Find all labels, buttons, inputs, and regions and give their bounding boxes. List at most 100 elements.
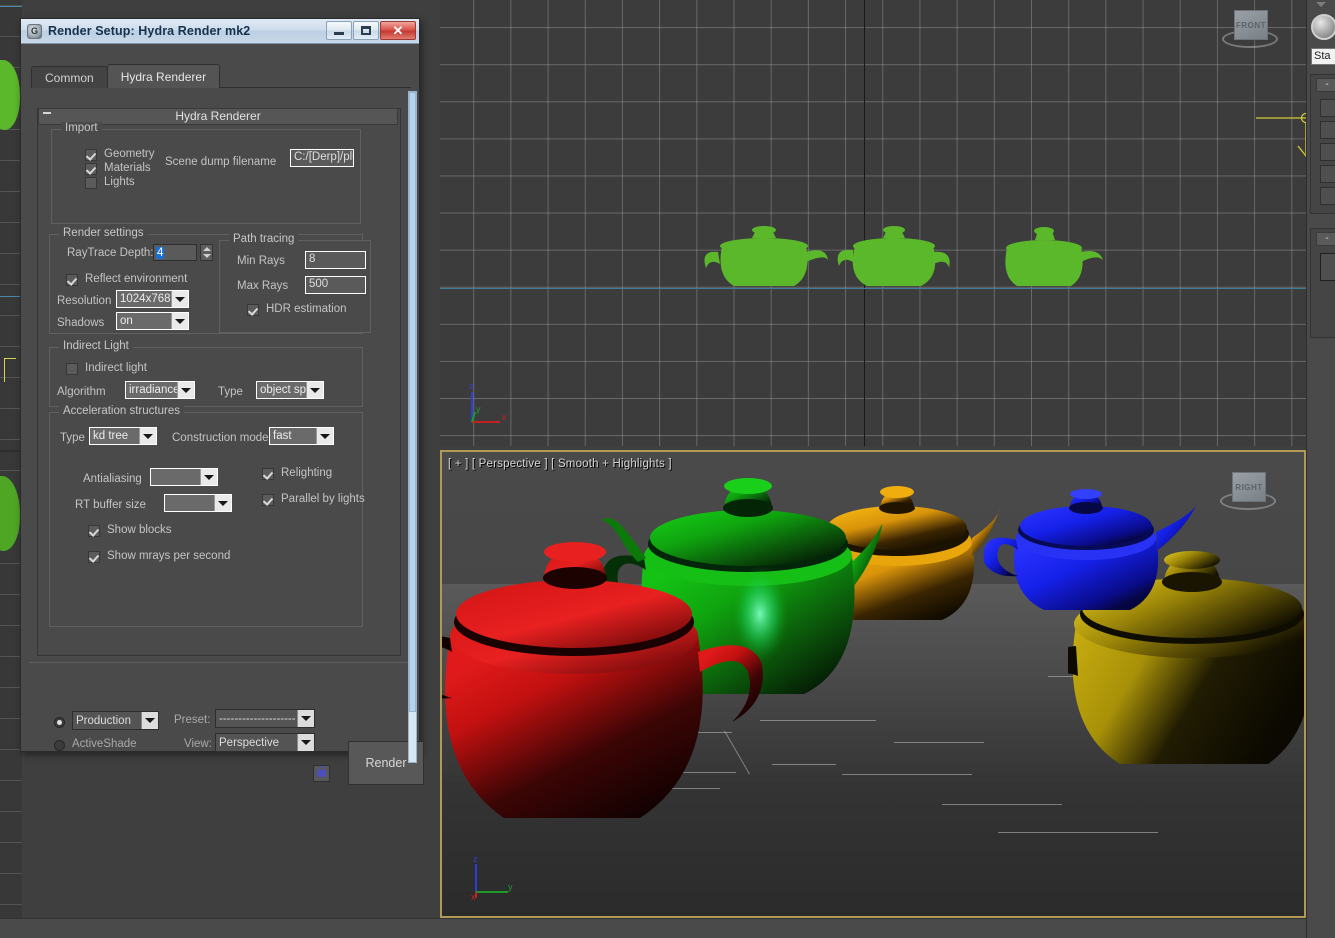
radio-production[interactable] <box>54 717 65 728</box>
tab-hydra-renderer[interactable]: Hydra Renderer <box>107 64 220 88</box>
scene-dump-filename-input[interactable]: C:/[Derp]/plu <box>290 149 354 167</box>
rollout-field[interactable] <box>1320 165 1335 183</box>
construction-mode-value: fast <box>270 430 316 442</box>
chevron-down-icon[interactable] <box>1316 2 1326 7</box>
mode-dropdown[interactable]: Production <box>72 711 159 730</box>
horizon-line <box>0 296 22 297</box>
algorithm-dropdown[interactable]: irradiance <box>125 381 195 399</box>
teapot-blue[interactable] <box>970 466 1200 656</box>
chevron-down-icon[interactable] <box>141 712 158 729</box>
viewport-front[interactable]: FRONT z x y <box>440 0 1306 446</box>
mode-value: Production <box>73 715 141 727</box>
label-indirect-light: Indirect light <box>85 362 147 374</box>
label-construction-mode: Construction mode <box>172 432 269 444</box>
chevron-down-icon[interactable] <box>214 495 231 511</box>
minimize-button[interactable] <box>326 21 352 40</box>
spinner-up-icon[interactable] <box>203 247 211 251</box>
command-panel-name-field[interactable]: Sta <box>1311 48 1335 65</box>
checkbox-show-mrays[interactable] <box>88 551 100 563</box>
label-show-mrays: Show mrays per second <box>107 550 230 562</box>
view-value: Perspective <box>216 737 297 749</box>
checkbox-reflect-environment[interactable] <box>66 274 78 286</box>
chevron-down-icon[interactable] <box>316 428 333 444</box>
close-button[interactable]: ✕ <box>380 21 416 40</box>
tab-common[interactable]: Common <box>31 66 108 88</box>
antialiasing-dropdown[interactable] <box>150 468 218 486</box>
chevron-down-icon[interactable] <box>297 710 314 727</box>
chevron-down-icon[interactable] <box>139 428 156 444</box>
app-icon: G <box>27 24 42 39</box>
viewport-label[interactable]: [ + ] [ Perspective ] [ Smooth + Highlig… <box>448 458 672 470</box>
max-rays-input[interactable]: 500 <box>305 276 366 294</box>
checkbox-show-blocks[interactable] <box>88 525 100 537</box>
viewport-splitter[interactable] <box>0 450 22 452</box>
min-rays-input[interactable]: 8 <box>305 251 366 269</box>
chevron-down-icon[interactable] <box>171 291 188 307</box>
group-title-indirect-light: Indirect Light <box>59 340 133 352</box>
raytrace-depth-input[interactable]: 4 <box>153 244 197 261</box>
floor-line <box>842 774 972 775</box>
viewcube-face-label[interactable]: FRONT <box>1234 10 1268 40</box>
chevron-down-icon[interactable] <box>200 469 217 485</box>
checkbox-relighting[interactable] <box>262 468 274 480</box>
teapot-silhouette-front[interactable] <box>983 216 1109 294</box>
checkbox-parallel-by-lights[interactable] <box>262 494 274 506</box>
teapot-red[interactable] <box>440 526 772 856</box>
chevron-down-icon[interactable] <box>171 313 188 329</box>
teapot-silhouette-front[interactable] <box>704 216 830 294</box>
label-materials: Materials <box>104 162 151 174</box>
view-lock-button[interactable] <box>313 765 330 782</box>
render-setup-dialog[interactable]: G Render Setup: Hydra Render mk2 ✕ Commo… <box>20 18 420 752</box>
rollout-field[interactable] <box>1320 143 1335 161</box>
chevron-down-icon[interactable] <box>306 382 323 398</box>
shadows-dropdown[interactable]: on <box>116 312 189 330</box>
chevron-down-icon[interactable] <box>177 382 194 398</box>
axis-tripod-perspective: z y x <box>464 852 524 902</box>
resolution-dropdown[interactable]: 1024x768 <box>116 290 189 308</box>
view-dropdown[interactable]: Perspective <box>215 733 315 752</box>
viewcube-face-label[interactable]: RIGHT <box>1232 472 1266 502</box>
accel-type-dropdown[interactable]: kd tree <box>89 427 157 445</box>
chevron-down-icon[interactable] <box>297 734 314 751</box>
rollout-field[interactable] <box>1320 187 1335 205</box>
radio-activeshade[interactable] <box>54 740 65 751</box>
collapse-icon[interactable] <box>43 112 51 114</box>
rollout-toggle[interactable]: - <box>1316 232 1335 246</box>
viewcube-perspective[interactable]: RIGHT <box>1220 470 1276 516</box>
dialog-titlebar[interactable]: G Render Setup: Hydra Render mk2 ✕ <box>21 19 419 44</box>
checkbox-lights[interactable] <box>85 177 97 189</box>
label-relighting: Relighting <box>281 467 332 479</box>
teapot-silhouette-front[interactable] <box>833 216 959 294</box>
spinner-down-icon[interactable] <box>203 254 211 258</box>
checkbox-materials[interactable] <box>85 163 97 175</box>
command-panel-rollout[interactable]: - <box>1310 228 1335 338</box>
checkbox-hdr-estimation[interactable] <box>247 304 259 316</box>
rt-buffer-size-dropdown[interactable] <box>164 494 232 512</box>
indirect-type-dropdown[interactable]: object spa <box>256 381 324 399</box>
rollout-field[interactable] <box>1320 99 1335 117</box>
command-panel[interactable]: Sta - - <box>1306 0 1335 938</box>
dialog-scrollbar[interactable] <box>408 91 417 763</box>
command-panel-round-button[interactable] <box>1311 14 1335 40</box>
rollout-field[interactable] <box>1320 121 1335 139</box>
directional-light-gizmo[interactable] <box>1252 110 1306 162</box>
command-panel-rollout[interactable]: - <box>1310 74 1335 214</box>
lock-icon <box>317 770 326 777</box>
rollout-field[interactable] <box>1320 253 1335 281</box>
minimize-icon <box>334 32 344 35</box>
checkbox-geometry[interactable] <box>85 149 97 161</box>
group-path-tracing: Path tracing Min Rays 8 Max Rays 500 HDR… <box>219 240 371 333</box>
left-viewport-sliver[interactable] <box>0 0 22 918</box>
maximize-icon <box>361 26 371 35</box>
rollout-toggle[interactable]: - <box>1316 78 1335 92</box>
preset-dropdown[interactable]: -------------------- <box>215 709 315 728</box>
maximize-button[interactable] <box>353 21 379 40</box>
raytrace-depth-spinner[interactable] <box>200 244 213 261</box>
viewport-perspective[interactable]: [ + ] [ Perspective ] [ Smooth + Highlig… <box>440 450 1306 918</box>
checkbox-indirect-light[interactable] <box>66 363 78 375</box>
label-max-rays: Max Rays <box>237 280 288 292</box>
viewcube-front[interactable]: FRONT <box>1222 8 1278 54</box>
scrollbar-thumb[interactable] <box>409 92 416 712</box>
rollout-title: Hydra Renderer <box>175 109 260 123</box>
construction-mode-dropdown[interactable]: fast <box>269 427 334 445</box>
